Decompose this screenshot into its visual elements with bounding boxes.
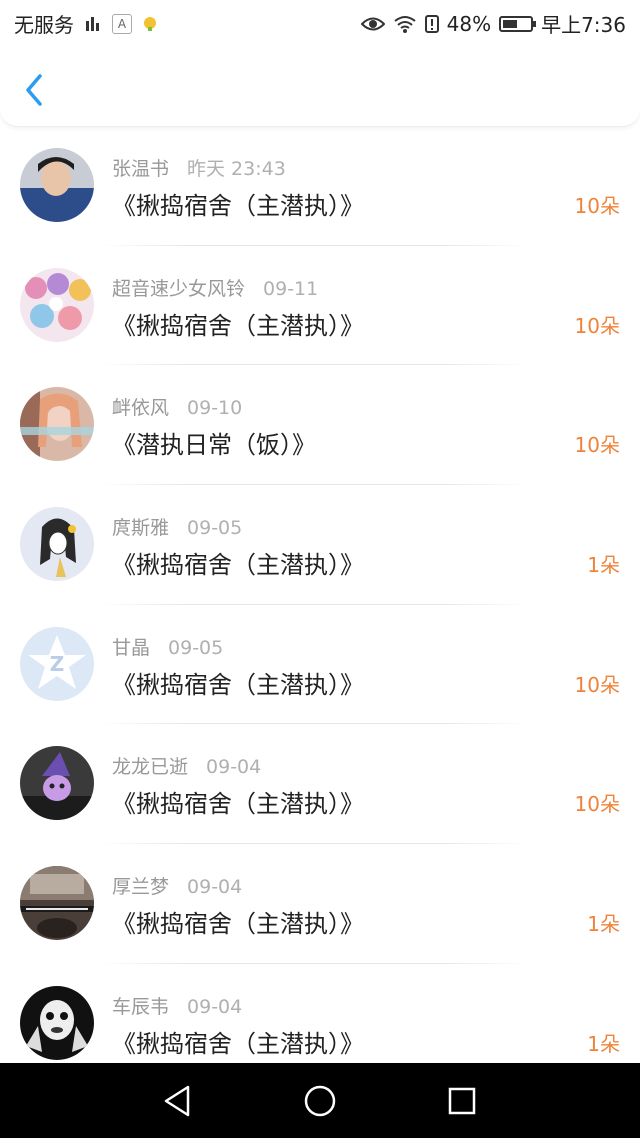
sender-line: 龙龙已逝 09-04 bbox=[112, 752, 261, 779]
status-right: 48% 早上7:36 bbox=[360, 9, 626, 38]
send-time: 09-04 bbox=[187, 995, 243, 1018]
sender-name: 龙龙已逝 bbox=[112, 756, 189, 779]
gift-amount: 10朵 bbox=[574, 194, 620, 218]
status-bar: 无服务 A 48% 早上7:36 bbox=[0, 0, 640, 44]
sender-name: 厚兰梦 bbox=[112, 876, 170, 899]
gift-amount: 10朵 bbox=[574, 313, 620, 338]
wifi-icon bbox=[394, 15, 416, 33]
sender-name: 超音速少女风铃 bbox=[112, 277, 246, 300]
header: 无服务 A 48% 早上7:36 bbox=[0, 0, 640, 127]
status-left: 无服务 A bbox=[14, 9, 158, 38]
eye-icon bbox=[360, 17, 385, 30]
sender-line: 衅依风 09-10 bbox=[112, 393, 242, 420]
back-button[interactable] bbox=[18, 70, 52, 110]
chevron-left-icon bbox=[26, 74, 42, 106]
send-time: 09-05 bbox=[187, 517, 243, 540]
avatar[interactable] bbox=[20, 866, 94, 941]
avatar[interactable] bbox=[20, 148, 94, 222]
avatar[interactable] bbox=[20, 507, 94, 582]
work-title: 《揪捣宿舍（主潜执）》 bbox=[112, 910, 364, 939]
avatar[interactable]: Z bbox=[20, 626, 94, 701]
svg-text:Z: Z bbox=[50, 652, 65, 676]
send-time: 09-10 bbox=[187, 397, 243, 420]
avatar[interactable] bbox=[20, 267, 94, 342]
send-time: 昨天 23:43 bbox=[187, 158, 286, 180]
list-item[interactable]: 超音速少女风铃 09-11 《揪捣宿舍（主潜执）》 10朵 bbox=[0, 246, 640, 366]
send-time: 09-11 bbox=[263, 277, 319, 300]
nav-back-button[interactable] bbox=[158, 1082, 198, 1120]
send-time: 09-05 bbox=[168, 636, 224, 659]
notification-a-icon: A bbox=[112, 13, 132, 34]
work-title: 《揪捣宿舍（主潜执）》 bbox=[112, 551, 364, 580]
sim-alert-icon bbox=[424, 14, 439, 33]
list-item[interactable]: Z 甘晶 09-05 《揪捣宿舍（主潜执）》 10朵 bbox=[0, 605, 640, 725]
sender-name: 张温书 bbox=[112, 158, 170, 180]
work-title: 《揪捣宿舍（主潜执）》 bbox=[112, 1029, 364, 1058]
list-item[interactable]: 庹斯雅 09-05 《揪捣宿舍（主潜执）》 1朵 bbox=[0, 485, 640, 605]
work-title: 《揪捣宿舍（主潜执）》 bbox=[112, 311, 364, 340]
data-usage-icon bbox=[86, 16, 99, 31]
triangle-back-icon bbox=[164, 1085, 190, 1117]
sender-line: 厚兰梦 09-04 bbox=[112, 872, 242, 899]
list-item[interactable]: 车辰韦 09-04 《揪捣宿舍（主潜执）》 1朵 bbox=[0, 964, 640, 1063]
sender-line: 车辰韦 09-04 bbox=[112, 992, 242, 1019]
avatar[interactable] bbox=[20, 387, 94, 462]
sender-name: 车辰韦 bbox=[112, 995, 170, 1018]
work-title: 《揪捣宿舍（主潜执）》 bbox=[112, 670, 364, 699]
gift-amount: 10朵 bbox=[574, 792, 620, 817]
nav-recent-button[interactable] bbox=[442, 1082, 482, 1120]
work-title: 《揪捣宿舍（主潜执）》 bbox=[112, 192, 364, 220]
sender-name: 甘晶 bbox=[112, 636, 151, 659]
gift-amount: 10朵 bbox=[574, 433, 620, 458]
list-item[interactable]: 厚兰梦 09-04 《揪捣宿舍（主潜执）》 1朵 bbox=[0, 844, 640, 964]
list-item[interactable]: 龙龙已逝 09-04 《揪捣宿舍（主潜执）》 10朵 bbox=[0, 724, 640, 845]
battery-percent: 48% bbox=[446, 11, 492, 36]
work-title: 《潜执日常（饭）》 bbox=[112, 431, 316, 460]
avatar[interactable] bbox=[20, 985, 94, 1060]
circle-home-icon bbox=[304, 1085, 336, 1117]
sender-name: 庹斯雅 bbox=[112, 517, 170, 540]
sender-line: 甘晶 09-05 bbox=[112, 633, 223, 660]
gift-amount: 10朵 bbox=[574, 672, 620, 697]
nav-home-button[interactable] bbox=[300, 1082, 340, 1120]
system-nav-bar bbox=[0, 1063, 640, 1138]
sender-line: 张温书 昨天 23:43 bbox=[112, 154, 286, 181]
screen: 无服务 A 48% 早上7:36 张温书 昨天 23:43 《揪捣宿舍（主潜执）… bbox=[0, 0, 640, 1138]
sender-line: 超音速少女风铃 09-11 bbox=[112, 274, 318, 301]
work-title: 《揪捣宿舍（主潜执）》 bbox=[112, 790, 364, 819]
notification-app-icon bbox=[144, 16, 156, 31]
list-item[interactable]: 衅依风 09-10 《潜执日常（饭）》 10朵 bbox=[0, 365, 640, 486]
square-recent-icon bbox=[448, 1087, 476, 1115]
sender-name: 衅依风 bbox=[112, 397, 170, 420]
send-time: 09-04 bbox=[187, 876, 243, 899]
gift-amount: 1朵 bbox=[587, 1031, 620, 1056]
gift-amount: 1朵 bbox=[587, 553, 620, 578]
list-item[interactable]: 张温书 昨天 23:43 《揪捣宿舍（主潜执）》 10朵 bbox=[0, 126, 640, 246]
carrier-text: 无服务 bbox=[14, 13, 74, 37]
send-time: 09-04 bbox=[206, 756, 262, 779]
gift-amount: 1朵 bbox=[587, 912, 620, 937]
battery-icon bbox=[499, 15, 537, 32]
gift-record-list: 张温书 昨天 23:43 《揪捣宿舍（主潜执）》 10朵 超音速少女风铃 09-1 bbox=[0, 126, 640, 1063]
avatar[interactable] bbox=[20, 746, 94, 821]
clock-text: 早上7:36 bbox=[541, 13, 626, 37]
sender-line: 庹斯雅 09-05 bbox=[112, 513, 242, 540]
